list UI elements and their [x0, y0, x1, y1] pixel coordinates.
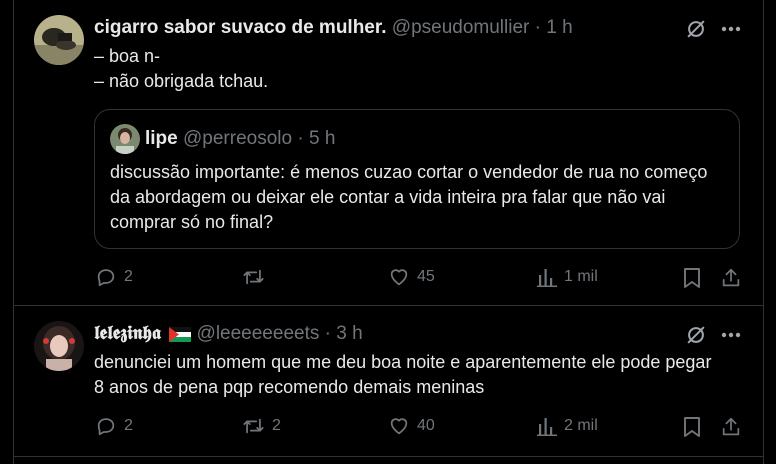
- separator: ·: [297, 128, 304, 149]
- tweet-text: – boa n- – não obrigada tchau.: [94, 46, 269, 91]
- view-count: 1 mil: [564, 268, 598, 285]
- tweet-divider: [13, 456, 763, 457]
- quote-handle[interactable]: @perreosolo: [183, 128, 292, 149]
- reply-count: 2: [124, 417, 133, 434]
- reply-button[interactable]: 2: [95, 415, 133, 437]
- like-button[interactable]: 45: [388, 266, 435, 288]
- reply-icon: [97, 418, 115, 436]
- views-icon: [537, 418, 557, 436]
- like-icon: [390, 418, 408, 435]
- like-icon: [390, 269, 408, 286]
- like-button[interactable]: 40: [388, 415, 435, 437]
- handle[interactable]: @leeeeeeeets: [197, 323, 320, 344]
- reply-icon: [97, 269, 115, 287]
- reply-button[interactable]: 2: [95, 266, 133, 288]
- retweet-button[interactable]: [242, 266, 272, 288]
- more-icon[interactable]: [719, 17, 743, 41]
- views-icon: [537, 269, 557, 287]
- views-button[interactable]: 2 mil: [537, 415, 598, 437]
- display-name[interactable]: 𝖑𝖊𝖑𝖊𝖟𝖎𝖓𝖍𝖆: [94, 323, 161, 344]
- handle[interactable]: @pseudomullier: [392, 17, 530, 38]
- like-count: 40: [417, 417, 435, 434]
- bookmark-icon[interactable]: [680, 415, 704, 439]
- tweet-text: denunciei um homem que me deu boa noite …: [94, 352, 712, 397]
- quote-header: lipe @perreosolo · 5 h: [145, 127, 335, 151]
- separator: ·: [534, 17, 541, 38]
- quoted-tweet[interactable]: lipe @perreosolo · 5 h discussão importa…: [94, 109, 740, 249]
- quote-timestamp[interactable]: 5 h: [309, 128, 335, 149]
- retweet-icon: [243, 418, 264, 434]
- avatar[interactable]: [34, 15, 84, 65]
- quote-text: discussão importante: é menos cuzao cort…: [110, 162, 708, 232]
- view-count: 2 mil: [564, 417, 598, 434]
- retweet-count: 2: [272, 417, 281, 434]
- grok-icon[interactable]: [684, 17, 708, 41]
- share-icon[interactable]: [719, 266, 743, 290]
- views-button[interactable]: 1 mil: [537, 266, 598, 288]
- display-name[interactable]: cigarro sabor suvaco de mulher.: [94, 17, 387, 38]
- quote-display-name[interactable]: lipe: [145, 128, 178, 149]
- more-icon[interactable]: [719, 323, 743, 347]
- tweet-divider: [13, 305, 763, 306]
- bookmark-icon[interactable]: [680, 266, 704, 290]
- quote-avatar[interactable]: [110, 124, 140, 154]
- share-icon[interactable]: [719, 415, 743, 439]
- grok-icon[interactable]: [684, 323, 708, 347]
- timestamp[interactable]: 3 h: [336, 323, 362, 344]
- palestine-flag-icon: [169, 325, 192, 349]
- timestamp[interactable]: 1 h: [546, 17, 572, 38]
- retweet-icon: [243, 269, 264, 285]
- tweet-header: 𝖑𝖊𝖑𝖊𝖟𝖎𝖓𝖍𝖆 @leeeeeeeets · 3 h: [94, 322, 363, 349]
- like-count: 45: [417, 268, 435, 285]
- avatar[interactable]: [34, 321, 84, 371]
- separator: ·: [324, 323, 331, 344]
- reply-count: 2: [124, 268, 133, 285]
- tweet-header: cigarro sabor suvaco de mulher. @pseudom…: [94, 16, 573, 40]
- retweet-button[interactable]: 2: [242, 415, 281, 437]
